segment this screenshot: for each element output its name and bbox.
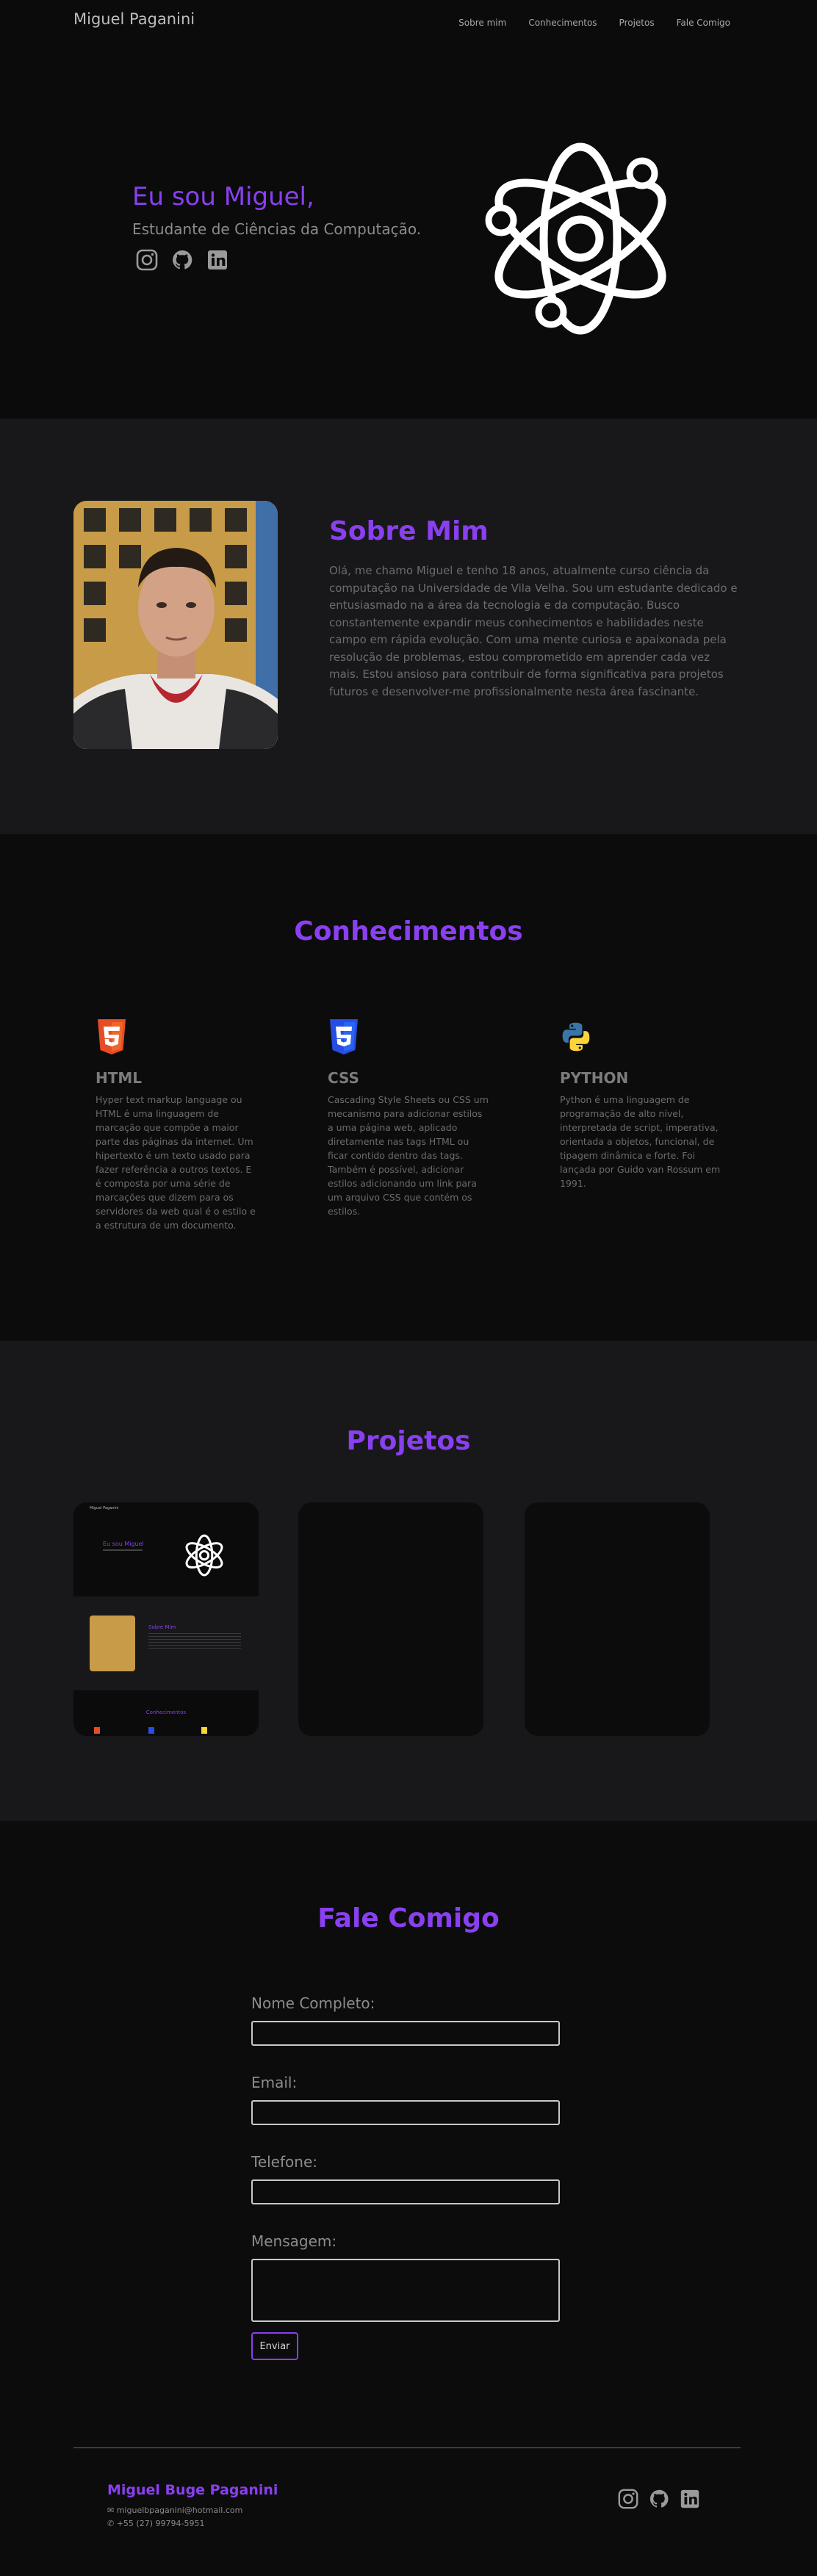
atom-icon (485, 142, 666, 335)
project-card[interactable] (298, 1502, 483, 1736)
preview-html-icon (94, 1727, 100, 1734)
preview-skills-title: Conhecimentos (145, 1710, 187, 1715)
name-label: Nome Completo: (251, 1994, 375, 2012)
message-field[interactable] (251, 2259, 560, 2322)
preview-atom-icon (185, 1534, 223, 1577)
brand-logo[interactable]: Miguel Paganini (73, 10, 195, 28)
nav-link-projetos[interactable]: Projetos (619, 18, 655, 28)
message-label: Mensagem: (251, 2232, 337, 2250)
preview-python-icon (201, 1727, 207, 1734)
hero-title: Eu sou Miguel, (132, 182, 314, 211)
skill-card-python: PYTHON Python é uma linguagem de program… (560, 1018, 721, 1190)
footer-divider (73, 2447, 741, 2448)
contact-title: Fale Comigo (317, 1903, 500, 1933)
preview-hero-title: Eu sou Miguel (103, 1541, 144, 1547)
skill-description: Cascading Style Sheets ou CSS um mecanis… (328, 1094, 489, 1217)
nav-links: Sobre mim Conhecimentos Projetos Fale Co… (458, 18, 730, 28)
preview-brand: Miguel Paganini (90, 1506, 119, 1510)
top-navbar: Miguel Paganini Sobre mim Conhecimentos … (0, 0, 817, 47)
phone-field[interactable] (251, 2179, 560, 2204)
instagram-icon[interactable] (617, 2488, 639, 2513)
github-icon[interactable] (170, 248, 194, 275)
footer-phone: +55 (27) 99794-5951 (116, 2519, 205, 2528)
hero-socials (135, 248, 229, 275)
hero-subtitle: Estudante de Ciências da Computação. (132, 220, 422, 238)
skill-name: PYTHON (560, 1069, 629, 1087)
footer-email[interactable]: miguelbpaganini@hotmail.com (117, 2506, 243, 2515)
nav-link-fale-comigo[interactable]: Fale Comigo (677, 18, 730, 28)
preview-text-lines (148, 1633, 241, 1649)
footer-name: Miguel Buge Paganini (107, 2482, 278, 2498)
contact-section: Fale Comigo Nome Completo: Email: Telefo… (0, 1821, 817, 2576)
skills-section: Conhecimentos HTML Hyper text markup lan… (0, 834, 817, 1341)
projects-title: Projetos (346, 1426, 471, 1456)
css3-icon (330, 1019, 358, 1054)
nav-link-conhecimentos[interactable]: Conhecimentos (528, 18, 597, 28)
phone-icon: ✆ (107, 2519, 115, 2528)
project-card[interactable] (525, 1502, 710, 1736)
nav-link-sobre-mim[interactable]: Sobre mim (458, 18, 506, 28)
skill-description: Hyper text markup language ou HTML é uma… (96, 1094, 256, 1231)
skill-description: Python é uma linguagem de programação de… (560, 1094, 721, 1189)
about-title: Sobre Mim (329, 516, 489, 546)
skill-name: CSS (328, 1069, 359, 1087)
project-preview: Miguel Paganini Eu sou Miguel Sobre Mim … (73, 1502, 259, 1736)
hero-section: Eu sou Miguel, Estudante de Ciências da … (0, 0, 817, 419)
email-field[interactable] (251, 2100, 560, 2125)
preview-css-icon (148, 1727, 154, 1734)
mail-icon: ✉ (107, 2506, 115, 2515)
footer-contact-info: ✉ miguelbpaganini@hotmail.com ✆ +55 (27)… (107, 2504, 242, 2530)
send-button[interactable]: Enviar (251, 2332, 298, 2360)
html5-icon (98, 1019, 126, 1054)
python-icon (562, 1022, 590, 1052)
preview-photo (90, 1616, 135, 1671)
preview-about-title: Sobre Mim (148, 1624, 176, 1630)
skill-name: HTML (96, 1069, 143, 1087)
phone-label: Telefone: (251, 2153, 317, 2171)
contact-form: Nome Completo: Email: Telefone: Mensagem… (251, 1994, 560, 2360)
email-label: Email: (251, 2074, 298, 2091)
skill-card-html: HTML Hyper text markup language ou HTML … (96, 1018, 257, 1232)
name-field[interactable] (251, 2021, 560, 2046)
about-section: Sobre Mim Olá, me chamo Miguel e tenho 1… (0, 419, 817, 834)
linkedin-icon[interactable] (679, 2488, 701, 2513)
github-icon[interactable] (648, 2488, 670, 2513)
about-text: Olá, me chamo Miguel e tenho 18 anos, at… (329, 564, 738, 698)
footer-socials (617, 2488, 701, 2513)
linkedin-icon[interactable] (206, 248, 229, 275)
profile-photo (73, 501, 278, 749)
projects-section: Projetos Miguel Paganini Eu sou Miguel S… (0, 1341, 817, 1821)
instagram-icon[interactable] (135, 248, 159, 275)
skills-title: Conhecimentos (294, 916, 523, 947)
skill-card-css: CSS Cascading Style Sheets ou CSS um mec… (328, 1018, 489, 1218)
preview-subtitle-bar (103, 1549, 143, 1551)
project-card[interactable]: Miguel Paganini Eu sou Miguel Sobre Mim … (73, 1502, 259, 1736)
